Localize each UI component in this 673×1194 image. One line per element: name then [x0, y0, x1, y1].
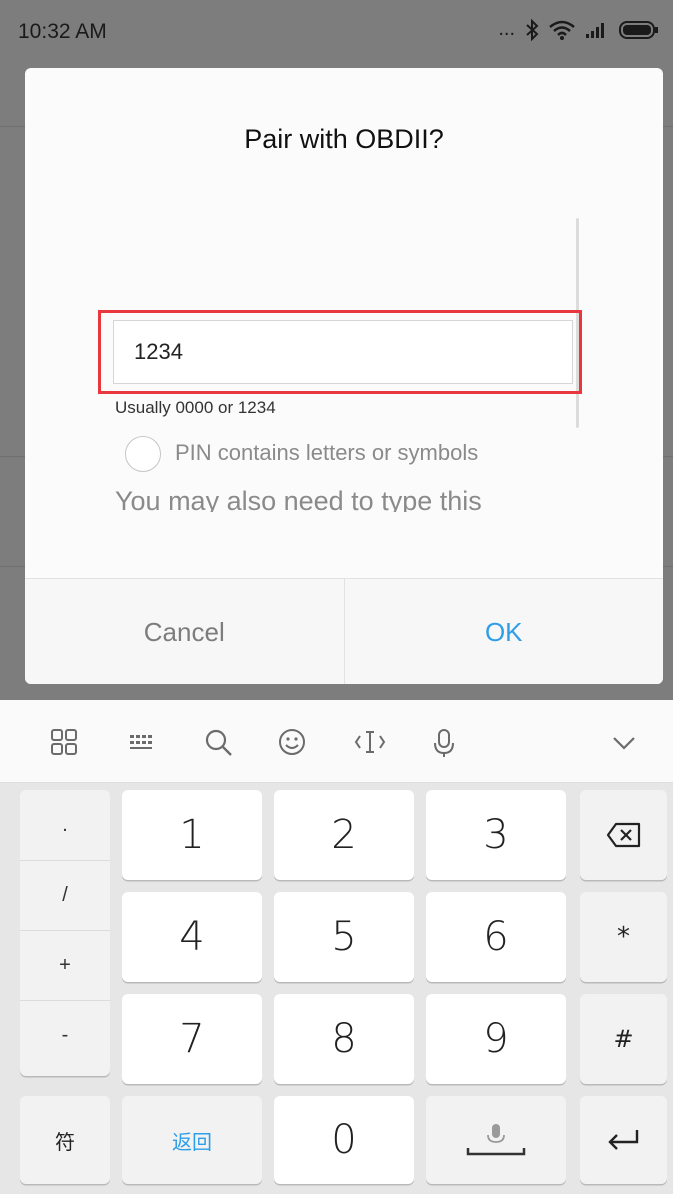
key-hash[interactable]: # — [580, 994, 667, 1084]
pin-letters-label[interactable]: PIN contains letters or symbols — [175, 440, 478, 466]
key-star[interactable]: * — [580, 892, 667, 982]
key-dot[interactable]: . — [20, 790, 110, 861]
key-8[interactable]: 8 — [274, 994, 414, 1084]
keyboard-icon[interactable] — [122, 722, 162, 762]
dialog-button-bar: Cancel OK — [25, 578, 663, 684]
bluetooth-icon — [526, 18, 539, 41]
key-6[interactable]: 6 — [426, 892, 566, 982]
cancel-button[interactable]: Cancel — [25, 579, 345, 684]
mic-icon[interactable] — [424, 722, 464, 762]
battery-icon — [619, 20, 658, 39]
pin-letters-checkbox[interactable] — [125, 436, 161, 472]
pin-input[interactable] — [113, 320, 573, 384]
mic-space-icon — [466, 1124, 526, 1156]
screen: 10:32 AM ... Pair with OBDII? 1234 Usual… — [0, 0, 673, 1194]
ok-button[interactable]: OK — [345, 579, 664, 684]
emoji-icon[interactable] — [272, 722, 312, 762]
key-2[interactable]: 2 — [274, 790, 414, 880]
dialog-title: Pair with OBDII? — [244, 124, 444, 154]
overflow-text: ... — [498, 18, 515, 40]
key-9[interactable]: 9 — [426, 994, 566, 1084]
wifi-icon — [549, 20, 575, 40]
key-4[interactable]: 4 — [122, 892, 262, 982]
key-5[interactable]: 5 — [274, 892, 414, 982]
dialog-scrollbar[interactable] — [576, 218, 579, 428]
key-plus[interactable]: + — [20, 930, 110, 1001]
backspace-icon — [606, 822, 640, 848]
signal-icon — [586, 22, 604, 38]
enter-key[interactable] — [580, 1096, 667, 1184]
key-slash[interactable]: / — [20, 860, 110, 931]
grid-icon[interactable] — [44, 722, 84, 762]
key-3[interactable]: 3 — [426, 790, 566, 880]
also-type-text: You may also need to type this — [115, 486, 482, 512]
space-key[interactable] — [426, 1096, 566, 1184]
return-key[interactable]: 返回 — [122, 1096, 262, 1184]
symbols-key[interactable]: 符 — [20, 1096, 110, 1184]
key-0[interactable]: 0 — [274, 1096, 414, 1184]
key-minus[interactable]: - — [20, 1000, 110, 1070]
cursor-icon[interactable] — [350, 722, 390, 762]
keyboard-toolbar — [0, 700, 673, 783]
key-7[interactable]: 7 — [122, 994, 262, 1084]
backspace-key[interactable] — [580, 790, 667, 880]
status-time: 10:32 AM — [18, 20, 107, 43]
enter-icon — [607, 1130, 638, 1150]
pair-dialog: Pair with OBDII? Usually 0000 or 1234 PI… — [25, 68, 663, 684]
pin-hint: Usually 0000 or 1234 — [115, 398, 276, 417]
search-icon[interactable] — [198, 722, 238, 762]
symbol-column: . / + - — [20, 790, 110, 1076]
key-1[interactable]: 1 — [122, 790, 262, 880]
status-icons: ... — [498, 18, 659, 41]
collapse-icon[interactable] — [604, 722, 644, 762]
status-bar: 10:32 AM ... — [0, 0, 673, 66]
